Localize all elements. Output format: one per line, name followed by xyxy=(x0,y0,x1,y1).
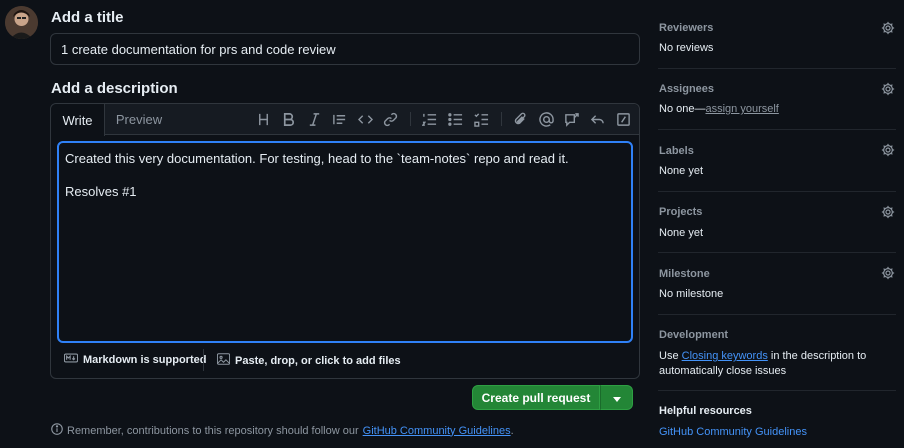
gear-icon[interactable] xyxy=(881,266,895,280)
attach-files-hint[interactable]: Paste, drop, or click to add files xyxy=(216,353,401,368)
projects-heading[interactable]: Projects xyxy=(659,206,702,218)
image-icon xyxy=(216,353,231,368)
heading-icon[interactable] xyxy=(253,110,273,128)
triangle-down-icon xyxy=(612,390,621,405)
projects-value: None yet xyxy=(659,227,704,239)
assignees-value: No one—assign yourself xyxy=(659,103,779,115)
ordered-list-icon[interactable] xyxy=(419,110,439,128)
dev-prefix: Use xyxy=(659,350,682,362)
title-input[interactable] xyxy=(50,33,640,65)
closing-keywords-link[interactable]: Closing keywords xyxy=(682,350,768,362)
reviewers-value: No reviews xyxy=(659,42,714,54)
assignees-heading[interactable]: Assignees xyxy=(659,83,714,95)
notice-end: . xyxy=(510,424,514,437)
sidebar-divider xyxy=(658,68,896,69)
quote-icon[interactable] xyxy=(329,110,349,128)
labels-value: None yet xyxy=(659,165,704,177)
development-value: Use Closing keywords in the description … xyxy=(659,349,866,379)
assign-yourself-link[interactable]: assign yourself xyxy=(705,103,778,115)
gear-icon[interactable] xyxy=(881,82,895,96)
avatar xyxy=(5,6,38,39)
toolbar-divider xyxy=(501,112,502,126)
files-label: Paste, drop, or click to add files xyxy=(235,354,401,367)
italic-icon[interactable] xyxy=(304,110,324,128)
undo-icon[interactable] xyxy=(587,110,607,128)
milestone-heading[interactable]: Milestone xyxy=(659,268,710,280)
sidebar-divider xyxy=(658,314,896,315)
sidebar-divider xyxy=(658,252,896,253)
code-icon[interactable] xyxy=(355,110,375,128)
milestone-value: No milestone xyxy=(659,288,724,300)
development-heading: Development xyxy=(659,329,729,341)
sidebar-divider xyxy=(658,191,896,192)
helpful-resources-link[interactable]: GitHub Community Guidelines xyxy=(659,426,807,438)
contribution-notice: Remember, contributions to this reposito… xyxy=(51,423,514,438)
title-heading: Add a title xyxy=(51,9,124,26)
description-heading: Add a description xyxy=(51,80,178,97)
markdown-hint[interactable]: Markdown is supported xyxy=(63,353,207,366)
reviewers-heading[interactable]: Reviewers xyxy=(659,22,713,34)
sidebar-divider xyxy=(658,129,896,130)
notice-text: Remember, contributions to this reposito… xyxy=(67,424,359,437)
guidelines-link[interactable]: GitHub Community Guidelines xyxy=(659,426,807,438)
gear-icon[interactable] xyxy=(881,205,895,219)
markdown-icon xyxy=(63,353,79,366)
markdown-label: Markdown is supported xyxy=(83,353,207,366)
attach-icon[interactable] xyxy=(510,110,530,128)
task-list-icon[interactable] xyxy=(471,110,491,128)
mention-icon[interactable] xyxy=(536,110,556,128)
dev-line2: automatically close issues xyxy=(659,365,787,377)
create-pull-request-button[interactable]: Create pull request xyxy=(472,385,600,410)
community-guidelines-link[interactable]: GitHub Community Guidelines xyxy=(363,425,511,437)
reference-icon[interactable] xyxy=(561,110,581,128)
helpful-resources-heading: Helpful resources xyxy=(659,405,752,417)
footer-divider xyxy=(203,349,204,371)
unordered-list-icon[interactable] xyxy=(445,110,465,128)
assignees-none: No one— xyxy=(659,103,706,115)
gear-icon[interactable] xyxy=(881,143,895,157)
tab-preview[interactable]: Preview xyxy=(110,104,168,135)
link-icon[interactable] xyxy=(380,110,400,128)
gear-icon[interactable] xyxy=(881,21,895,35)
bold-icon[interactable] xyxy=(278,110,298,128)
description-textarea[interactable] xyxy=(57,141,633,343)
toolbar-divider xyxy=(410,112,411,126)
info-icon xyxy=(51,423,63,438)
sidebar-divider xyxy=(658,390,896,391)
slash-command-icon[interactable] xyxy=(613,110,633,128)
tab-write[interactable]: Write xyxy=(51,104,105,136)
labels-heading[interactable]: Labels xyxy=(659,145,694,157)
dev-suffix: in the description to xyxy=(767,350,867,362)
create-options-dropdown[interactable] xyxy=(600,385,633,410)
